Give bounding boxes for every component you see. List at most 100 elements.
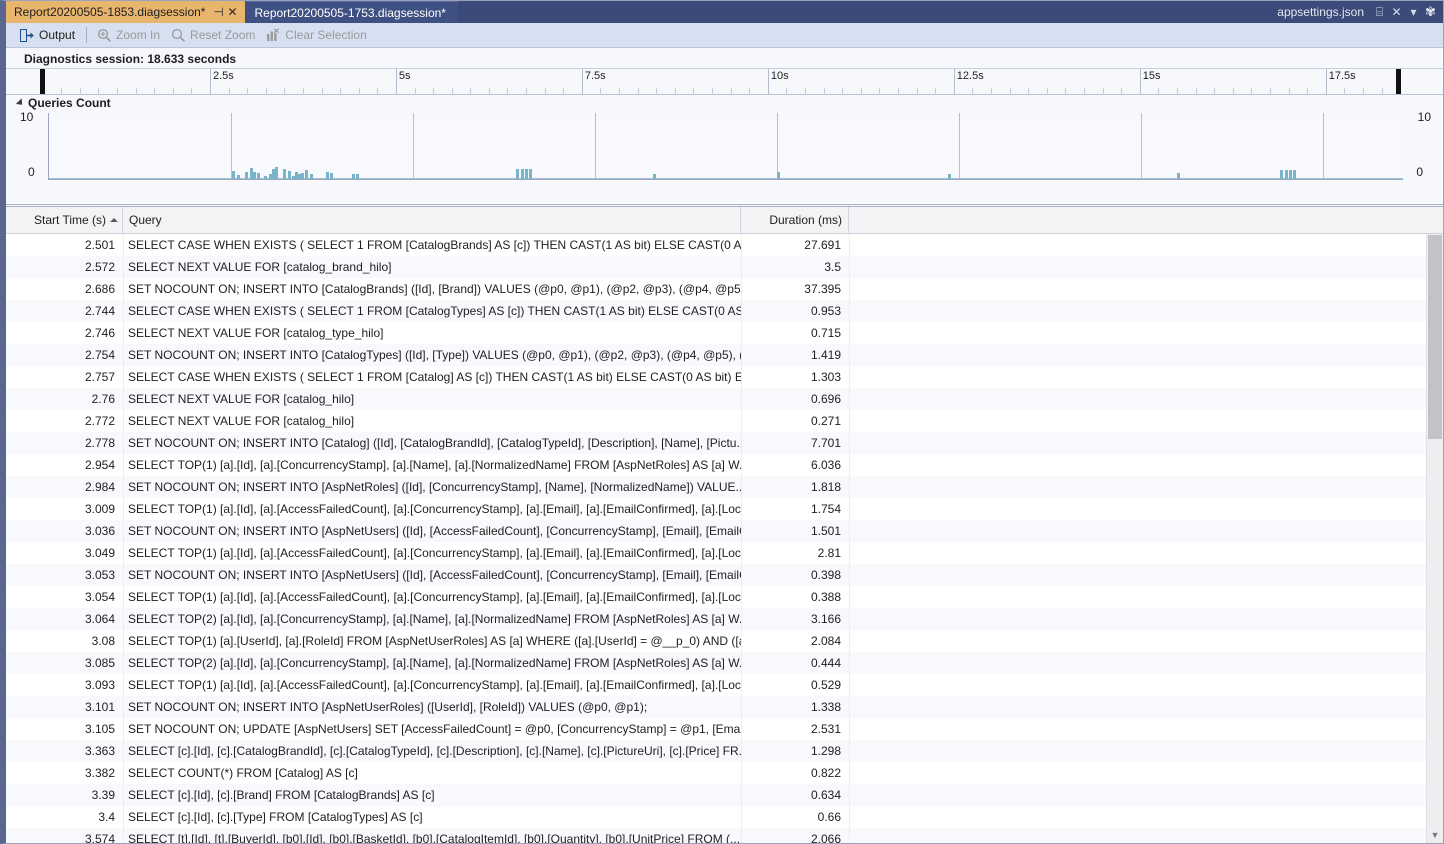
cell-filler xyxy=(849,564,1443,586)
table-row[interactable]: 2.686SET NOCOUNT ON; INSERT INTO [Catalo… xyxy=(6,278,1443,300)
table-row[interactable]: 2.772SELECT NEXT VALUE FOR [catalog_hilo… xyxy=(6,410,1443,432)
table-row[interactable]: 3.053SET NOCOUNT ON; INSERT INTO [AspNet… xyxy=(6,564,1443,586)
table-row[interactable]: 3.39SELECT [c].[Id], [c].[Brand] FROM [C… xyxy=(6,784,1443,806)
table-row[interactable]: 3.101SET NOCOUNT ON; INSERT INTO [AspNet… xyxy=(6,696,1443,718)
cell-query: SET NOCOUNT ON; INSERT INTO [CatalogBran… xyxy=(123,278,741,300)
table-row[interactable]: 3.105SET NOCOUNT ON; UPDATE [AspNetUsers… xyxy=(6,718,1443,740)
graph-plot-area[interactable] xyxy=(48,113,1403,180)
close-icon[interactable]: ✕ xyxy=(225,4,239,20)
cell-filler xyxy=(849,784,1443,806)
ruler-minor-tick xyxy=(136,88,137,94)
table-vertical-scrollbar[interactable]: ▼ xyxy=(1426,234,1443,843)
pin-icon[interactable]: ⌸ xyxy=(1371,1,1388,23)
cell-start-time: 3.049 xyxy=(6,542,123,564)
reset-zoom-button[interactable]: Reset Zoom xyxy=(167,25,262,46)
output-button[interactable]: Output xyxy=(16,25,82,46)
cell-filler xyxy=(849,520,1443,542)
column-header-duration[interactable]: Duration (ms) xyxy=(741,207,849,233)
cell-duration: 0.529 xyxy=(741,674,849,696)
tab-report-1853[interactable]: Report20200505-1853.diagsession* ⊣ ✕ xyxy=(6,1,245,23)
ruler-minor-tick xyxy=(154,88,155,94)
graph-title[interactable]: Queries Count xyxy=(18,96,111,110)
graph-gridline xyxy=(595,113,596,179)
close-icon[interactable]: ✕ xyxy=(1388,1,1405,23)
ruler-minor-tick xyxy=(489,88,490,94)
table-row[interactable]: 3.036SET NOCOUNT ON; INSERT INTO [AspNet… xyxy=(6,520,1443,542)
cell-start-time: 2.757 xyxy=(6,366,123,388)
cell-start-time: 3.39 xyxy=(6,784,123,806)
table-row[interactable]: 2.954SELECT TOP(1) [a].[Id], [a].[Concur… xyxy=(6,454,1443,476)
pin-icon[interactable]: ⊣ xyxy=(211,4,225,20)
column-header-query[interactable]: Query xyxy=(123,207,741,233)
zoom-in-button[interactable]: Zoom In xyxy=(93,25,167,46)
appsettings-tab-label[interactable]: appsettings.json xyxy=(1277,5,1364,19)
table-row[interactable]: 3.4SELECT [c].[Id], [c].[Type] FROM [Cat… xyxy=(6,806,1443,828)
gear-icon[interactable]: ✾ xyxy=(1422,1,1439,23)
cell-filler xyxy=(849,256,1443,278)
table-row[interactable]: 3.093SELECT TOP(1) [a].[Id], [a].[Access… xyxy=(6,674,1443,696)
table-row[interactable]: 3.08SELECT TOP(1) [a].[UserId], [a].[Rol… xyxy=(6,630,1443,652)
ruler-minor-tick xyxy=(972,88,973,94)
cell-start-time: 2.572 xyxy=(6,256,123,278)
ruler-tick-label: 17.5s xyxy=(1329,70,1356,82)
table-row[interactable]: 3.382SELECT COUNT(*) FROM [Catalog] AS [… xyxy=(6,762,1443,784)
cell-start-time: 3.036 xyxy=(6,520,123,542)
table-row[interactable]: 3.064SELECT TOP(2) [a].[Id], [a].[Concur… xyxy=(6,608,1443,630)
cell-duration: 0.271 xyxy=(741,410,849,432)
tab-report-1753[interactable]: Report20200505-1753.diagsession* xyxy=(246,1,457,23)
table-row[interactable]: 3.049SELECT TOP(1) [a].[Id], [a].[Access… xyxy=(6,542,1443,564)
timeline-ruler-track: 2.5s5s7.5s10s12.5s15s17.5s xyxy=(24,69,1443,94)
chevron-down-icon[interactable]: ▾ xyxy=(1405,1,1422,23)
ruler-cursor-start[interactable] xyxy=(40,69,45,94)
table-row[interactable]: 2.744SELECT CASE WHEN EXISTS ( SELECT 1 … xyxy=(6,300,1443,322)
ruler-minor-tick xyxy=(1177,88,1178,94)
ruler-minor-tick xyxy=(470,88,471,94)
table-row[interactable]: 2.754SET NOCOUNT ON; INSERT INTO [Catalo… xyxy=(6,344,1443,366)
ruler-minor-tick xyxy=(545,88,546,94)
ruler-major-tick: 7.5s xyxy=(582,69,583,94)
ruler-minor-tick xyxy=(61,88,62,94)
table-row[interactable]: 2.778SET NOCOUNT ON; INSERT INTO [Catalo… xyxy=(6,432,1443,454)
ruler-minor-tick xyxy=(266,88,267,94)
cell-query: SELECT CASE WHEN EXISTS ( SELECT 1 FROM … xyxy=(123,366,741,388)
graph-bar xyxy=(245,172,248,179)
table-row[interactable]: 2.984SET NOCOUNT ON; INSERT INTO [AspNet… xyxy=(6,476,1443,498)
cell-duration: 0.634 xyxy=(741,784,849,806)
graph-bar xyxy=(529,169,532,179)
cell-duration: 27.691 xyxy=(741,234,849,256)
table-row[interactable]: 2.757SELECT CASE WHEN EXISTS ( SELECT 1 … xyxy=(6,366,1443,388)
table-row[interactable]: 3.363SELECT [c].[Id], [c].[CatalogBrandI… xyxy=(6,740,1443,762)
graph-bar xyxy=(275,167,278,179)
cell-filler xyxy=(849,718,1443,740)
ruler-major-tick: 12.5s xyxy=(954,69,955,94)
scrollbar-thumb[interactable] xyxy=(1428,235,1442,439)
table-row[interactable]: 2.572SELECT NEXT VALUE FOR [catalog_bran… xyxy=(6,256,1443,278)
chevron-down-icon[interactable]: ▼ xyxy=(1427,826,1443,843)
table-row[interactable]: 3.054SELECT TOP(1) [a].[Id], [a].[Access… xyxy=(6,586,1443,608)
clear-selection-button[interactable]: Clear Selection xyxy=(262,25,373,46)
table-row[interactable]: 2.501SELECT CASE WHEN EXISTS ( SELECT 1 … xyxy=(6,234,1443,256)
ruler-minor-tick xyxy=(991,88,992,94)
collapse-triangle-icon[interactable] xyxy=(16,98,25,107)
toolbar-separator xyxy=(86,27,87,43)
table-row[interactable]: 3.574SELECT [t].[Id], [t].[BuyerId], [b0… xyxy=(6,828,1443,843)
column-header-start-time[interactable]: Start Time (s) xyxy=(6,207,123,233)
y-axis-max-label-right: 10 xyxy=(1418,110,1431,124)
cell-filler xyxy=(849,300,1443,322)
graph-title-label: Queries Count xyxy=(28,96,111,110)
ruler-tick-label: 15s xyxy=(1143,70,1161,82)
table-row[interactable]: 2.746SELECT NEXT VALUE FOR [catalog_type… xyxy=(6,322,1443,344)
ruler-minor-tick xyxy=(619,88,620,94)
ruler-cursor[interactable] xyxy=(1396,69,1401,94)
ruler-major-tick: 5s xyxy=(396,69,397,94)
cell-duration: 2.81 xyxy=(741,542,849,564)
cell-query: SELECT [t].[Id], [t].[BuyerId], [b0].[Id… xyxy=(123,828,741,843)
table-row[interactable]: 3.085SELECT TOP(2) [a].[Id], [a].[Concur… xyxy=(6,652,1443,674)
cell-filler xyxy=(849,828,1443,843)
cell-duration: 3.5 xyxy=(741,256,849,278)
cell-duration: 1.298 xyxy=(741,740,849,762)
table-row[interactable]: 2.76SELECT NEXT VALUE FOR [catalog_hilo]… xyxy=(6,388,1443,410)
ruler-minor-tick xyxy=(712,88,713,94)
timeline-ruler[interactable]: 2.5s5s7.5s10s12.5s15s17.5s xyxy=(6,69,1443,95)
table-row[interactable]: 3.009SELECT TOP(1) [a].[Id], [a].[Access… xyxy=(6,498,1443,520)
